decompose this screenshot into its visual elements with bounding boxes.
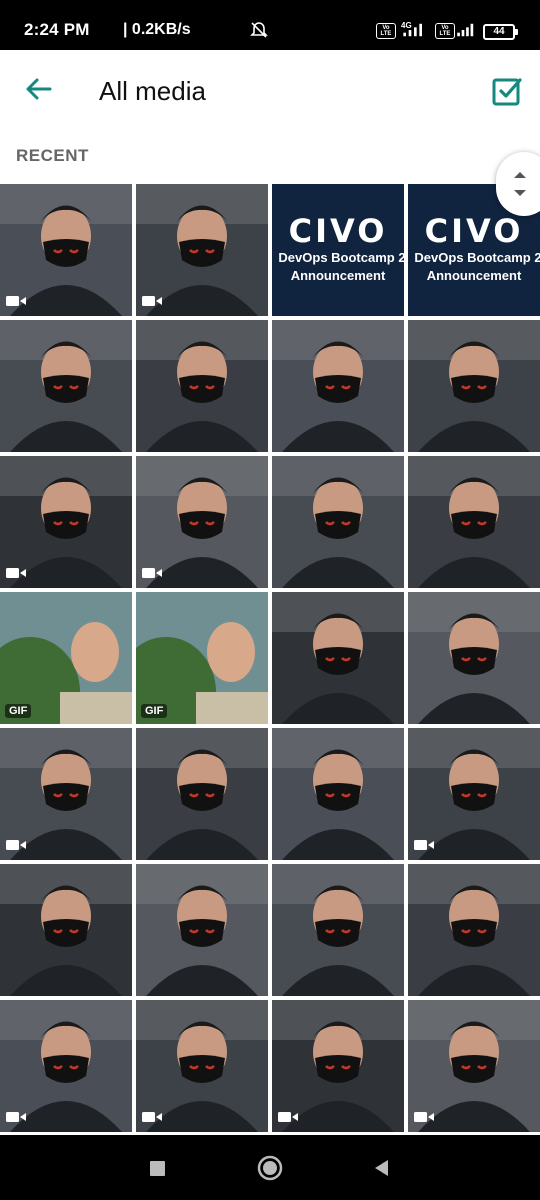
media-tile[interactable] [408, 592, 540, 724]
media-tile[interactable]: GIF [0, 592, 132, 724]
photo-thumbnail [272, 728, 404, 860]
video-camera-icon [6, 1112, 26, 1122]
media-picker: All media RECENT CIVO DevOps Bootcamp 2 An… [0, 50, 540, 1135]
section-header-recent: RECENT [16, 146, 89, 165]
photo-thumbnail [136, 728, 268, 860]
media-tile[interactable] [408, 728, 540, 860]
photo-thumbnail [408, 864, 540, 996]
civo-subtitle: Announcement [290, 268, 386, 283]
fast-scroll-handle[interactable] [496, 152, 540, 216]
video-camera-icon [142, 296, 162, 306]
media-tile[interactable] [0, 456, 132, 588]
media-tile[interactable] [408, 320, 540, 452]
photo-thumbnail [272, 592, 404, 724]
photo-thumbnail [136, 864, 268, 996]
media-tile[interactable]: GIF [136, 592, 268, 724]
civo-logo: CIVO [288, 212, 388, 250]
media-tile[interactable] [136, 864, 268, 996]
gif-badge: GIF [5, 704, 32, 718]
up-down-arrows-icon [514, 172, 526, 196]
video-camera-icon [278, 1112, 298, 1122]
media-tile[interactable] [272, 320, 404, 452]
battery-icon: 44 [483, 24, 518, 40]
home-circle-icon[interactable] [255, 1153, 285, 1183]
photo-thumbnail [272, 320, 404, 452]
photo-thumbnail [272, 456, 404, 588]
media-tile[interactable] [272, 728, 404, 860]
media-tile[interactable] [0, 1000, 132, 1132]
media-tile[interactable] [408, 456, 540, 588]
photo-thumbnail [408, 320, 540, 452]
volte-icon-2: Vo LTE [435, 23, 455, 39]
civo-logo: CIVO [424, 212, 524, 250]
media-tile[interactable] [272, 456, 404, 588]
video-camera-icon [142, 568, 162, 578]
media-tile[interactable] [408, 864, 540, 996]
select-check-icon[interactable] [490, 74, 524, 108]
video-camera-icon [6, 568, 26, 578]
media-tile[interactable] [272, 1000, 404, 1132]
media-grid: CIVO DevOps Bootcamp 2 Announcement CIVO Dev… [0, 184, 540, 1132]
video-camera-icon [6, 296, 26, 306]
photo-thumbnail [408, 592, 540, 724]
media-tile[interactable] [272, 592, 404, 724]
media-tile[interactable] [136, 184, 268, 316]
status-time: 2:24 PM [24, 20, 90, 39]
media-tile[interactable] [0, 320, 132, 452]
civo-subtitle: Announcement [426, 268, 522, 283]
back-arrow-icon[interactable] [22, 72, 56, 106]
gif-badge: GIF [141, 704, 168, 718]
photo-thumbnail [272, 864, 404, 996]
app-bar: All media [0, 50, 540, 132]
media-tile[interactable] [0, 864, 132, 996]
video-camera-icon [142, 1112, 162, 1122]
photo-thumbnail [0, 320, 132, 452]
media-tile[interactable] [0, 184, 132, 316]
media-tile[interactable]: CIVO DevOps Bootcamp 2 Announcement [272, 184, 404, 316]
page-title: All media [99, 76, 206, 106]
status-bar: 2:24 PM | 0.2KB/s Vo LTE 4G Vo LTE 44 [0, 0, 540, 56]
photo-thumbnail [136, 320, 268, 452]
media-tile[interactable] [272, 864, 404, 996]
signal-icon-2 [457, 23, 474, 37]
navigation-bar [0, 1135, 540, 1200]
media-tile[interactable] [136, 456, 268, 588]
video-camera-icon [414, 1112, 434, 1122]
photo-thumbnail [0, 864, 132, 996]
media-tile[interactable] [136, 320, 268, 452]
signal-icon [403, 23, 422, 37]
media-tile[interactable] [136, 1000, 268, 1132]
back-triangle-icon[interactable] [367, 1153, 397, 1183]
media-tile[interactable] [408, 1000, 540, 1132]
video-camera-icon [6, 840, 26, 850]
network-speed: | 0.2KB/s [123, 21, 191, 38]
media-tile[interactable] [136, 728, 268, 860]
volte-icon: Vo LTE [376, 23, 396, 39]
civo-title: DevOps Bootcamp 2 [414, 250, 540, 265]
photo-thumbnail [408, 456, 540, 588]
recents-square-icon[interactable] [142, 1153, 172, 1183]
video-camera-icon [414, 840, 434, 850]
civo-title: DevOps Bootcamp 2 [278, 250, 404, 265]
media-tile[interactable] [0, 728, 132, 860]
mute-bell-icon [250, 21, 268, 44]
